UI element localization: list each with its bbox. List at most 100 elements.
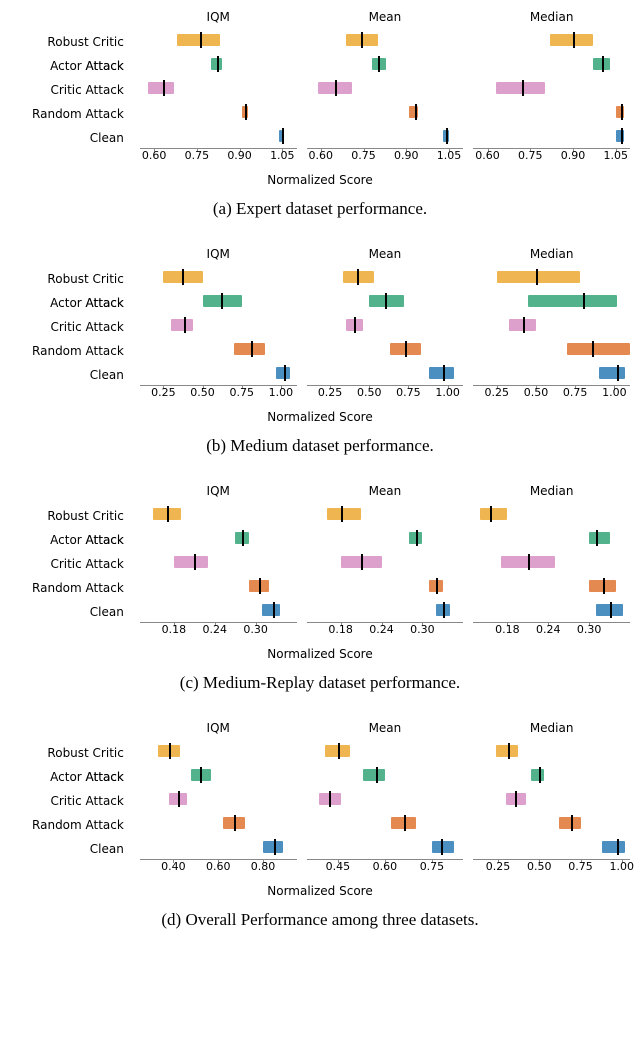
interval-median-mark <box>376 767 378 783</box>
interval-median-mark <box>329 791 331 807</box>
category-label: Robust Critic Attack <box>10 30 130 54</box>
interval-row <box>473 265 630 289</box>
interval-median-mark <box>221 293 223 309</box>
category-label: Robust Critic Attack <box>10 741 130 765</box>
interval-median-mark <box>536 269 538 285</box>
interval-median-mark <box>341 506 343 522</box>
interval-median-mark <box>443 365 445 381</box>
interval-median-mark <box>405 341 407 357</box>
category-label: Random Attack <box>10 576 130 600</box>
interval-row <box>307 76 464 100</box>
interval-median-mark <box>571 815 573 831</box>
subchart-median: Median0.180.240.30 <box>473 484 630 637</box>
interval-row <box>307 550 464 574</box>
interval-box <box>599 367 626 379</box>
xticks: 0.400.600.80 <box>140 860 297 874</box>
subchart-title: IQM <box>140 721 297 735</box>
charts-row: Robust Critic AttackActor AttackCritic A… <box>10 721 630 874</box>
interval-median-mark <box>163 80 165 96</box>
charts-row: Robust Critic AttackActor AttackCritic A… <box>10 10 630 163</box>
xtick-label: 1.05 <box>437 149 462 162</box>
category-label: Critic Attack <box>10 78 130 102</box>
interval-row <box>473 52 630 76</box>
interval-row <box>140 835 297 859</box>
xtick-label: 0.30 <box>577 623 602 636</box>
interval-median-mark <box>528 554 530 570</box>
interval-row <box>307 763 464 787</box>
xtick-label: 0.18 <box>495 623 520 636</box>
interval-median-mark <box>583 293 585 309</box>
x-axis-label: Normalized Score <box>10 884 630 898</box>
interval-row <box>307 265 464 289</box>
interval-median-mark <box>596 530 598 546</box>
interval-median-mark <box>617 365 619 381</box>
xtick-label: 0.30 <box>243 623 268 636</box>
xtick-label: 0.30 <box>410 623 435 636</box>
interval-median-mark <box>245 104 247 120</box>
chart-figure: Robust Critic AttackActor AttackCritic A… <box>10 10 630 930</box>
xticks: 0.600.750.901.05 <box>140 149 297 163</box>
category-label: Random Attack <box>10 102 130 126</box>
interval-box <box>174 556 208 568</box>
interval-row <box>307 526 464 550</box>
category-label: Clean <box>10 363 130 387</box>
interval-median-mark <box>441 839 443 855</box>
plot-area <box>473 28 630 149</box>
x-axis-label: Normalized Score <box>10 410 630 424</box>
interval-row <box>140 52 297 76</box>
xtick-label: 0.90 <box>227 149 252 162</box>
interval-median-mark <box>385 293 387 309</box>
plot-area <box>473 739 630 860</box>
interval-row <box>140 739 297 763</box>
xtick-label: 0.25 <box>485 386 510 399</box>
xtick-label: 0.90 <box>561 149 586 162</box>
interval-row <box>473 574 630 598</box>
xtick-label: 1.05 <box>604 149 629 162</box>
xticks: 0.250.500.751.00 <box>473 386 630 400</box>
interval-row <box>140 28 297 52</box>
interval-median-mark <box>251 341 253 357</box>
xtick-label: 0.75 <box>185 149 210 162</box>
category-label: Critic Attack <box>10 315 130 339</box>
interval-row <box>140 337 297 361</box>
xtick-label: 0.60 <box>142 149 167 162</box>
subchart-title: Mean <box>307 484 464 498</box>
interval-box <box>327 508 361 520</box>
interval-row <box>140 124 297 148</box>
interval-row <box>473 526 630 550</box>
xtick-label: 0.80 <box>251 860 276 873</box>
interval-row <box>140 265 297 289</box>
subchart-title: Median <box>473 10 630 24</box>
interval-box <box>480 508 507 520</box>
xtick-label: 0.75 <box>563 386 588 399</box>
interval-row <box>140 289 297 313</box>
xtick-label: 0.18 <box>328 623 353 636</box>
panel-1: Robust Critic AttackActor AttackCritic A… <box>10 247 630 456</box>
category-label: Clean <box>10 126 130 150</box>
interval-box <box>496 82 544 94</box>
interval-box <box>234 343 265 355</box>
interval-row <box>473 100 630 124</box>
xtick-label: 0.75 <box>229 386 254 399</box>
category-label: Robust Critic Attack <box>10 267 130 291</box>
subchart-title: Median <box>473 721 630 735</box>
interval-row <box>307 124 464 148</box>
row-labels: Robust Critic AttackActor AttackCritic A… <box>10 721 130 874</box>
interval-median-mark <box>259 578 261 594</box>
interval-row <box>140 550 297 574</box>
category-label: Random Attack <box>10 339 130 363</box>
interval-row <box>140 361 297 385</box>
panel-caption: (b) Medium dataset performance. <box>10 436 630 456</box>
interval-median-mark <box>404 815 406 831</box>
interval-box <box>262 604 279 616</box>
interval-median-mark <box>592 341 594 357</box>
interval-row <box>307 787 464 811</box>
interval-row <box>473 28 630 52</box>
subchart-title: IQM <box>140 10 297 24</box>
interval-row <box>307 28 464 52</box>
interval-median-mark <box>443 602 445 618</box>
interval-median-mark <box>415 104 417 120</box>
interval-box <box>528 295 617 307</box>
subchart-iqm: IQM0.600.750.901.05 <box>140 10 297 163</box>
interval-median-mark <box>610 602 612 618</box>
